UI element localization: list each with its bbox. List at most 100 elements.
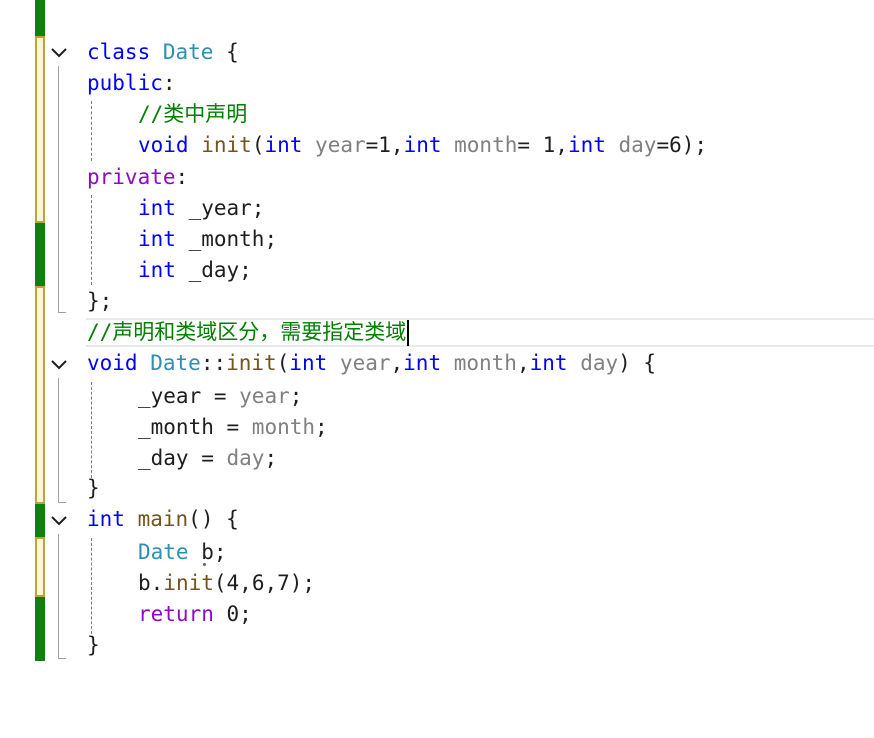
parameter: year <box>239 384 290 408</box>
punctuation: ; <box>289 384 303 408</box>
code-line-5[interactable]: private: <box>87 162 188 193</box>
punctuation: } <box>87 476 100 500</box>
punctuation: . <box>150 571 164 595</box>
member-declaration: _year; <box>175 196 265 220</box>
function-name: init <box>163 571 214 595</box>
type-name: Date <box>162 40 214 64</box>
code-line-20[interactable]: } <box>87 630 100 661</box>
chevron-down-icon[interactable] <box>50 44 68 62</box>
change-bar-unsaved <box>35 286 45 504</box>
keyword: int <box>567 133 606 157</box>
keyword: int <box>403 351 442 375</box>
operator: = <box>188 446 227 470</box>
keyword: int <box>138 196 176 220</box>
type-name: Date <box>150 351 201 375</box>
arguments: (4,6,7); <box>213 571 316 595</box>
indent-guide <box>91 195 92 285</box>
member-variable: _day <box>138 446 189 470</box>
change-bar-unsaved <box>35 537 45 597</box>
comment: //类中声明 <box>138 102 248 126</box>
code-line-12[interactable]: _year = year; <box>138 381 302 412</box>
parameter: month <box>441 133 518 157</box>
code-line-8[interactable]: int _day; <box>138 255 252 286</box>
change-bar-saved <box>35 597 45 661</box>
member-variable: _year <box>138 384 202 408</box>
keyword: public <box>87 71 163 95</box>
code-line-2[interactable]: public: <box>87 68 176 99</box>
outline-end <box>58 312 66 313</box>
keyword: void <box>87 351 138 375</box>
keyword: int <box>87 507 125 531</box>
change-bar-saved <box>35 223 45 286</box>
code-line-19[interactable]: return 0; <box>138 599 252 630</box>
chevron-down-icon[interactable] <box>50 356 68 374</box>
punctuation: { <box>630 351 657 375</box>
outline-line <box>58 378 59 502</box>
code-line-17[interactable]: Date b; <box>138 537 227 568</box>
outline-end <box>58 658 66 659</box>
member-declaration: _day; <box>175 258 252 282</box>
indent-guide <box>91 382 92 478</box>
function-name: init <box>201 133 252 157</box>
code-line-11[interactable]: void Date::init(int year,int month,int d… <box>87 348 656 379</box>
code-line-16[interactable]: int main() { <box>87 504 239 535</box>
return-value: 0; <box>213 602 252 626</box>
outline-end <box>58 502 66 503</box>
parameter: year <box>302 133 366 157</box>
keyword: int <box>403 133 442 157</box>
punctuation: { <box>213 40 239 64</box>
parameter: year <box>327 351 391 375</box>
change-bar-saved <box>35 0 45 36</box>
default-value: =6); <box>656 133 708 157</box>
parameter: day <box>226 446 265 470</box>
code-line-4[interactable]: void init(int year=1,int month= 1,int da… <box>138 130 707 161</box>
keyword: int <box>138 258 176 282</box>
punctuation: ; <box>315 415 328 439</box>
code-line-6[interactable]: int _year; <box>138 193 264 224</box>
code-line-3[interactable]: //类中声明 <box>138 99 247 130</box>
parameter: day <box>605 133 657 157</box>
code-line-14[interactable]: _day = day; <box>138 443 277 474</box>
outline-line <box>58 534 59 658</box>
default-value: =1, <box>365 133 404 157</box>
punctuation: } <box>87 633 100 657</box>
chevron-down-icon[interactable] <box>50 512 68 530</box>
code-line-13[interactable]: _month = month; <box>138 412 328 443</box>
punctuation: ( <box>276 351 290 375</box>
change-bar-unsaved <box>35 36 45 223</box>
code-line-10[interactable]: //声明和类域区分，需要指定类域 <box>87 317 410 348</box>
keyword: int <box>264 133 303 157</box>
function-name: main <box>137 507 189 531</box>
variable: b <box>138 571 151 595</box>
keyword: private <box>87 165 176 189</box>
code-line-18[interactable]: b.init(4,6,7); <box>138 568 315 599</box>
keyword: int <box>529 351 568 375</box>
code-line-15[interactable]: } <box>87 473 100 504</box>
punctuation: , <box>516 351 530 375</box>
function-name: init <box>226 351 277 375</box>
punctuation: : <box>162 71 176 95</box>
change-bar-saved <box>35 504 45 537</box>
code-line-9[interactable]: }; <box>87 286 112 317</box>
punctuation: , <box>390 351 404 375</box>
parameter: day <box>567 351 619 375</box>
member-variable: _month <box>138 415 214 439</box>
code-line-1[interactable]: class Date { <box>87 37 239 68</box>
punctuation: () { <box>188 507 239 531</box>
keyword: class <box>87 40 151 64</box>
punctuation: }; <box>87 289 113 313</box>
keyword: return <box>138 602 214 626</box>
indent-guide <box>91 538 92 634</box>
outline-line <box>58 66 59 312</box>
member-declaration: _month; <box>175 227 278 251</box>
parameter: month <box>441 351 517 375</box>
code-line-7[interactable]: int _month; <box>138 224 277 255</box>
keyword: int <box>138 227 176 251</box>
code-editor[interactable]: class Date { public: //类中声明 void init(in… <box>0 0 874 738</box>
indent-guide <box>91 101 92 161</box>
punctuation: : <box>175 165 189 189</box>
